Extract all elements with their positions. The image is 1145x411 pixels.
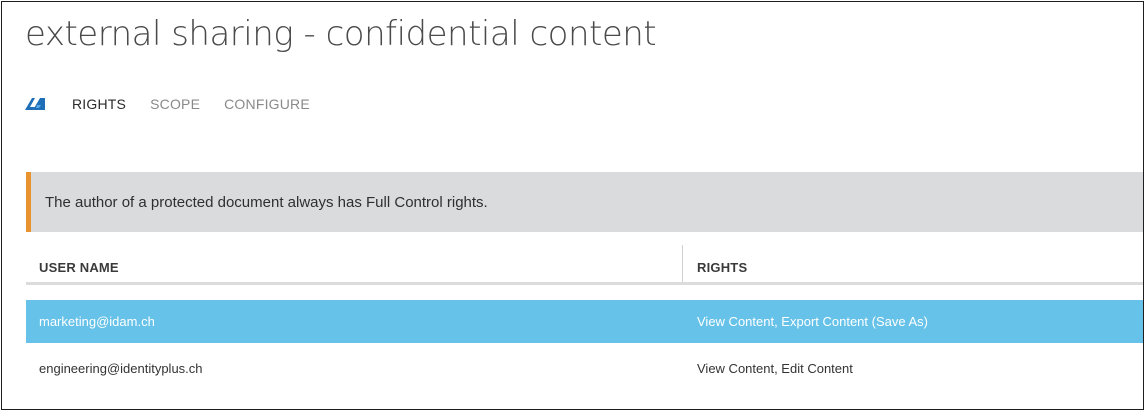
column-divider[interactable] [682,245,683,282]
rights-cell: View Content, Edit Content [697,361,853,376]
column-header-rights[interactable]: RIGHTS [697,260,747,275]
tab-rights[interactable]: RIGHTS [72,96,126,112]
tab-bar: RIGHTS SCOPE CONFIGURE [24,92,334,116]
page-title: external sharing - confidential content [25,14,657,54]
user-name-cell: marketing@idam.ch [39,314,155,329]
tab-scope[interactable]: SCOPE [150,96,200,112]
info-notice-text: The author of a protected document alway… [45,193,488,211]
table-row[interactable]: marketing@idam.ch View Content, Export C… [26,300,1143,343]
table-header: USER NAME RIGHTS [26,245,1143,285]
azure-rms-icon [24,96,46,112]
user-name-cell: engineering@identityplus.ch [39,361,203,376]
window-frame: external sharing - confidential content … [1,1,1144,410]
column-header-user-name[interactable]: USER NAME [39,260,119,275]
info-notice: The author of a protected document alway… [26,172,1143,232]
tab-configure[interactable]: CONFIGURE [224,96,310,112]
rights-cell: View Content, Export Content (Save As) [697,314,928,329]
table-row[interactable]: engineering@identityplus.ch View Content… [26,347,1143,390]
